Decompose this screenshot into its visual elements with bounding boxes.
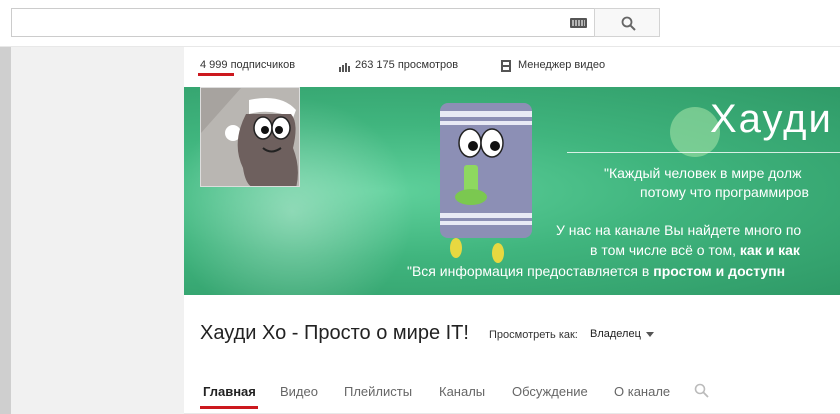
channel-page: 4 999 подписчиков 263 175 просмотров Мен…	[184, 47, 840, 414]
active-tab-underline	[200, 406, 258, 409]
banner-text-line-5: "Вся информация предоставляется в просто…	[407, 263, 785, 279]
view-as-dropdown[interactable]: Владелец	[590, 328, 654, 340]
channel-stats-bar: 4 999 подписчиков 263 175 просмотров Мен…	[184, 47, 840, 87]
channel-tabs: Главная Видео Плейлисты Каналы Обсуждени…	[184, 355, 840, 414]
view-as-label: Просмотреть как:	[489, 329, 578, 341]
channel-banner: Хауди "Каждый человек в мире долж потому…	[184, 87, 840, 295]
top-bar	[0, 0, 840, 47]
banner-text-line-5-bold: простом и доступн	[653, 263, 786, 279]
sidebar-strip	[0, 47, 11, 414]
search-icon	[621, 16, 636, 31]
tab-home[interactable]: Главная	[203, 384, 256, 399]
search-input[interactable]	[11, 8, 595, 37]
search-button[interactable]	[594, 8, 660, 37]
banner-quote-line-2: потому что программиров	[640, 184, 809, 200]
search-icon[interactable]	[694, 383, 709, 398]
towelie-mascot-image	[440, 103, 532, 263]
banner-quote-line-1: "Каждый человек в мире долж	[604, 165, 802, 181]
chevron-down-icon	[645, 331, 654, 337]
tab-videos[interactable]: Видео	[280, 384, 318, 399]
banner-text-line-4-plain: в том числе всё о том,	[590, 242, 737, 258]
subscriber-underline	[198, 73, 234, 76]
channel-avatar[interactable]	[200, 87, 300, 187]
tab-about[interactable]: О канале	[614, 384, 670, 399]
banner-title: Хауди	[710, 97, 833, 141]
banner-divider	[567, 152, 840, 153]
view-count: 263 175 просмотров	[355, 59, 459, 71]
banner-text-line-3: У нас на канале Вы найдете много по	[556, 222, 802, 238]
subscriber-count[interactable]: 4 999 подписчиков	[200, 59, 295, 71]
channel-title-row: Хауди Хо - Просто о мире IT! Просмотреть…	[184, 295, 840, 355]
banner-text-line-4-bold: как и как	[739, 242, 800, 258]
tab-playlists[interactable]: Плейлисты	[344, 384, 412, 399]
banner-text-line-4: в том числе всё о том, как и как	[590, 242, 800, 258]
banner-text-line-5-plain: "Вся информация предоставляется в	[407, 263, 650, 279]
video-manager-link[interactable]: Менеджер видео	[501, 59, 605, 71]
channel-title: Хауди Хо - Просто о мире IT!	[200, 322, 469, 344]
tab-channels[interactable]: Каналы	[439, 384, 485, 399]
avatar-image	[201, 88, 299, 186]
view-as-value: Владелец	[590, 328, 641, 340]
keyboard-icon[interactable]	[570, 18, 587, 28]
tab-discussion[interactable]: Обсуждение	[512, 384, 588, 399]
